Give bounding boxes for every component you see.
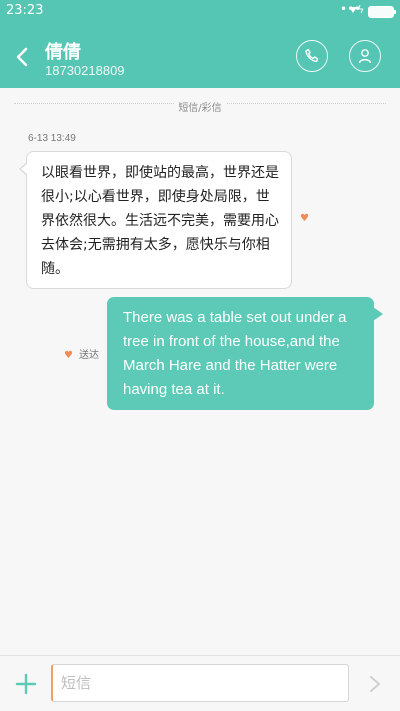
message-type-label: 短信/彩信 xyxy=(0,96,400,115)
battery-icon xyxy=(368,6,396,18)
phone-icon xyxy=(305,48,319,63)
message-input[interactable] xyxy=(51,664,349,702)
attach-button[interactable] xyxy=(14,672,38,696)
message-composer xyxy=(0,655,400,711)
contact-name: 倩倩 xyxy=(45,42,81,63)
message-timestamp: 6-13 13:49 xyxy=(28,133,76,144)
call-button[interactable] xyxy=(296,40,328,72)
outgoing-message-bubble[interactable]: There was a table set out under a tree i… xyxy=(107,297,383,410)
chevron-left-icon xyxy=(16,47,28,67)
status-time: 23:23 xyxy=(6,3,44,18)
plus-icon xyxy=(15,673,37,695)
delivery-status-text: 送达 xyxy=(78,350,99,361)
divider-text: 短信/彩信 xyxy=(174,103,226,114)
conversation-header: 倩倩 18730218809 xyxy=(0,24,400,88)
wifi-icon xyxy=(349,7,357,13)
contact-profile-button[interactable] xyxy=(349,40,381,72)
bubble-tail xyxy=(373,307,383,321)
send-button[interactable] xyxy=(366,672,384,696)
send-chevron-icon xyxy=(370,676,380,692)
contact-number: 18730218809 xyxy=(45,63,125,78)
charging-icon: ϟ xyxy=(357,3,365,16)
bubble-tail-inner xyxy=(21,163,28,175)
incoming-message-bubble[interactable]: 以眼看世界，即使站的最高，世界还是很小;以心看世界，即使身处局限，世界依然很大。… xyxy=(19,151,292,289)
delivery-status: ♥ 送达 xyxy=(64,346,99,361)
heart-icon: ♥ xyxy=(300,213,309,224)
heart-icon: ♥ xyxy=(64,350,73,361)
back-button[interactable] xyxy=(10,44,34,70)
outgoing-message-text: There was a table set out under a tree i… xyxy=(123,309,347,398)
status-bar: 23:23 ••• ϟ xyxy=(0,0,400,24)
incoming-message-text: 以眼看世界，即使站的最高，世界还是很小;以心看世界，即使身处局限，世界依然很大。… xyxy=(41,165,279,277)
person-icon xyxy=(358,49,372,64)
